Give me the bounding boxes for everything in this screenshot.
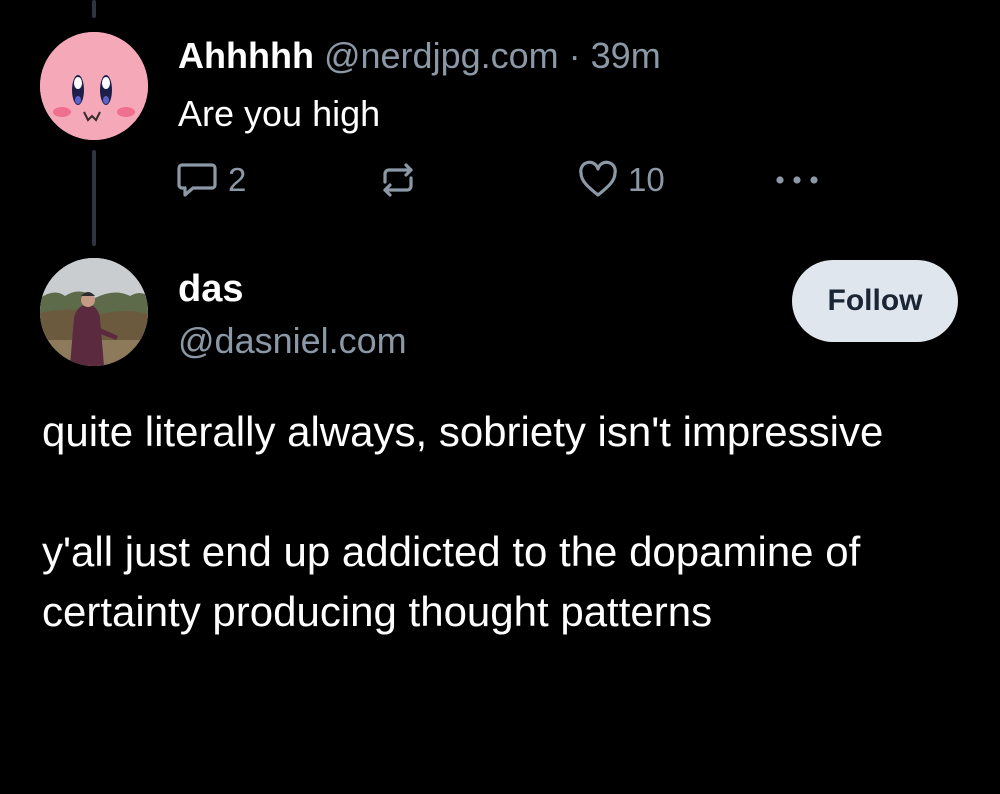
like-button[interactable]: 10	[578, 160, 665, 200]
follow-button[interactable]: Follow	[792, 260, 958, 342]
reply-paragraph: quite literally always, sobriety isn't i…	[42, 408, 884, 455]
heart-icon	[578, 160, 618, 200]
timestamp-separator: ·	[568, 35, 581, 76]
thread-line-top	[92, 0, 96, 18]
reply-icon	[176, 160, 218, 200]
post-timestamp[interactable]: 39m	[591, 35, 661, 76]
kirby-avatar-icon[interactable]	[40, 32, 148, 140]
reply-button[interactable]: 2	[176, 160, 246, 200]
reply-count: 2	[228, 161, 247, 198]
like-count: 10	[628, 161, 665, 198]
reply-author-handle[interactable]: @dasniel.com	[178, 318, 407, 364]
post-header: Ahhhhh @nerdjpg.com · 39m	[178, 34, 661, 78]
ellipsis-icon	[772, 170, 822, 190]
author-handle[interactable]: @nerdjpg.com	[324, 35, 559, 76]
repost-button[interactable]	[378, 160, 418, 200]
reply-paragraph: y'all just end up addicted to the dopami…	[42, 528, 861, 635]
author-name[interactable]: Ahhhhh	[178, 35, 314, 76]
post-text: Are you high	[178, 93, 381, 134]
reply-body: quite literally always, sobriety isn't i…	[42, 402, 972, 642]
more-options-button[interactable]	[772, 160, 822, 200]
repost-icon	[378, 160, 418, 200]
reply-author-name[interactable]: das	[178, 266, 243, 312]
thread-line	[92, 150, 96, 246]
profile-photo-avatar[interactable]	[40, 258, 148, 366]
